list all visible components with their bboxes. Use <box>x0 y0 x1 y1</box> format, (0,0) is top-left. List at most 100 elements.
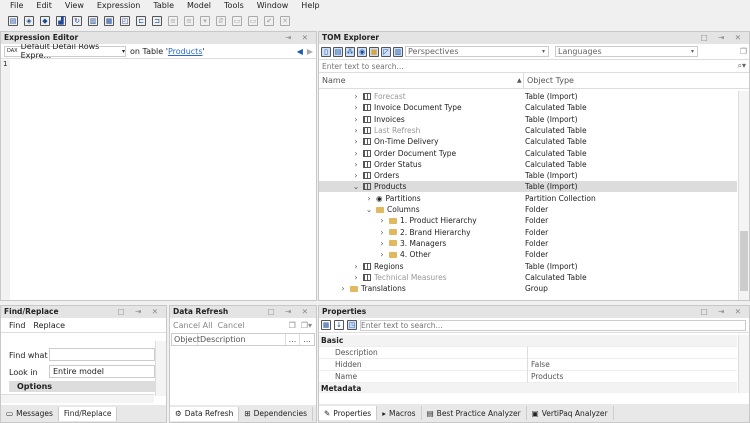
open-icon[interactable]: ▤ <box>8 15 18 26</box>
column-header-object[interactable]: Object <box>172 334 200 345</box>
menu-model[interactable]: Model <box>187 0 211 11</box>
show-columns-toggle-icon[interactable]: ▥ <box>393 46 403 57</box>
languages-dropdown[interactable]: Languages ▾ <box>555 46 698 57</box>
menu-expression[interactable]: Expression <box>97 0 140 11</box>
properties-search-input[interactable] <box>360 319 746 331</box>
menu-table[interactable]: Table <box>153 0 174 11</box>
chevron-right-icon[interactable]: › <box>365 193 373 204</box>
accept-icon[interactable]: ✔ <box>264 15 274 26</box>
chevron-right-icon[interactable]: › <box>352 136 360 147</box>
column-more-2[interactable]: ... <box>300 334 314 345</box>
chevron-right-icon[interactable]: › <box>352 125 360 136</box>
forward-icon[interactable]: ▶ <box>307 47 313 56</box>
expand-icon[interactable]: ❐ <box>289 321 296 330</box>
property-row[interactable]: Description <box>319 347 737 359</box>
hierarchy-icon[interactable]: ⊏ <box>136 15 146 26</box>
search-icon[interactable]: ⌕▾ <box>738 61 747 71</box>
back-icon[interactable]: ◀ <box>297 47 303 56</box>
chevron-right-icon[interactable]: › <box>339 283 347 294</box>
tree-row[interactable]: › Translations Group <box>319 283 737 294</box>
chevron-right-icon[interactable]: › <box>352 170 360 181</box>
panel-controls[interactable]: □ ⇥ ✕ <box>268 306 312 318</box>
cancel-button[interactable]: Cancel <box>218 321 245 330</box>
tree-row[interactable]: › Regions Table (Import) <box>319 261 737 272</box>
chevron-right-icon[interactable]: › <box>352 102 360 113</box>
tree-row[interactable]: › Order Status Calculated Table <box>319 159 737 170</box>
new-table-icon[interactable]: ▥ <box>88 15 98 26</box>
cancel-all-button[interactable]: Cancel All <box>173 321 213 330</box>
scroll-thumb[interactable] <box>740 231 748 291</box>
tab-vertipaq-analyzer[interactable]: ▣ VertiPaq Analyzer <box>527 406 614 420</box>
options-section[interactable]: Options <box>9 381 155 392</box>
tree-row[interactable]: › Technical Measures Calculated Table <box>319 272 737 283</box>
tree-row[interactable]: ⌄ Columns Folder <box>319 204 737 215</box>
menu-window[interactable]: Window <box>257 0 289 11</box>
tab-data-refresh[interactable]: ⚙ Data Refresh <box>170 406 240 421</box>
indent-icon[interactable]: ≡ <box>168 15 178 26</box>
find-scrollbar[interactable] <box>155 341 166 396</box>
tree-row[interactable]: › Last Refresh Calculated Table <box>319 125 737 136</box>
chevron-down-icon[interactable]: ⌄ <box>365 204 373 215</box>
menu-edit[interactable]: Edit <box>36 0 52 11</box>
chevron-right-icon[interactable]: › <box>378 227 386 238</box>
copy-icon[interactable]: ❐ <box>740 47 747 56</box>
tom-search-input[interactable] <box>322 61 738 71</box>
new-measure-icon[interactable]: ◰ <box>120 15 130 26</box>
property-value[interactable] <box>527 347 531 359</box>
menu-help[interactable]: Help <box>301 0 319 11</box>
save-as-icon[interactable]: ▟ <box>56 15 66 26</box>
tree-row[interactable]: › Invoice Document Type Calculated Table <box>319 102 737 113</box>
tree-row[interactable]: › Forecast Table (Import) <box>319 91 737 102</box>
tree-scrollbar[interactable] <box>738 91 749 300</box>
chevron-down-icon[interactable]: ⌄ <box>352 181 360 192</box>
sort-asc-icon[interactable]: ▲ <box>517 73 522 89</box>
column-header-name[interactable]: Name <box>322 73 346 89</box>
show-hidden-icon[interactable]: ◸ <box>381 46 391 57</box>
look-in-dropdown[interactable]: Entire model <box>49 365 155 378</box>
property-pages-icon[interactable]: ◳ <box>347 320 357 330</box>
column-more[interactable]: ... <box>286 334 300 345</box>
comment-icon[interactable]: ▭ <box>232 15 242 26</box>
tab-dependencies[interactable]: ⊞ Dependencies <box>239 406 314 421</box>
tab-best-practice-analyzer[interactable]: ▤ Best Practice Analyzer <box>422 406 527 420</box>
tree-row[interactable]: › 3. Managers Folder <box>319 238 737 249</box>
relationship-icon[interactable]: ⊐ <box>152 15 162 26</box>
chevron-right-icon[interactable]: › <box>352 91 360 102</box>
menu-tools[interactable]: Tools <box>224 0 244 11</box>
tree-row[interactable]: ⌄ Products Table (Import) <box>319 181 737 193</box>
new-calc-table-icon[interactable]: ▦ <box>104 15 114 26</box>
code-editor[interactable] <box>11 60 316 300</box>
tree-row[interactable]: › Invoices Table (Import) <box>319 114 737 125</box>
refresh-icon[interactable]: ↻ <box>72 15 82 26</box>
tree-row[interactable]: › 4. Other Folder <box>319 249 737 260</box>
property-row[interactable]: Name Products <box>319 371 737 383</box>
property-row[interactable]: Hidden False <box>319 359 737 371</box>
menu-file[interactable]: File <box>10 0 23 11</box>
panel-controls[interactable]: □ ⇥ ✕ <box>701 306 745 318</box>
perspectives-dropdown[interactable]: Perspectives ▾ <box>405 46 549 57</box>
chevron-right-icon[interactable]: › <box>352 272 360 283</box>
tab-find[interactable]: Find <box>9 321 25 330</box>
tree-row[interactable]: › 1. Product Hierarchy Folder <box>319 215 737 226</box>
format-icon[interactable]: ▾ <box>200 15 210 26</box>
panel-controls[interactable]: □ ⇥ ✕ <box>701 32 745 44</box>
find-hscrollbar[interactable] <box>1 394 154 403</box>
chevron-right-icon[interactable]: › <box>352 114 360 125</box>
show-tables-icon[interactable]: ▯ <box>321 46 331 57</box>
show-folders-icon[interactable]: ■ <box>369 46 379 57</box>
tab-replace[interactable]: Replace <box>33 321 65 330</box>
tab-messages[interactable]: ▭ Messages <box>1 406 59 421</box>
expression-selector[interactable]: DAX Default Detail Rows Expre... ▾ <box>4 42 126 60</box>
sort-icon[interactable]: ⇵ <box>216 15 226 26</box>
show-hierarchy-icon[interactable]: ⁂ <box>345 46 355 57</box>
category-basic[interactable]: Basic <box>319 335 737 347</box>
tree-row[interactable]: › Order Document Type Calculated Table <box>319 148 737 159</box>
alphabetical-icon[interactable]: ↓ <box>334 320 344 330</box>
table-link[interactable]: Products <box>168 47 203 56</box>
property-value[interactable]: False <box>527 359 550 371</box>
menu-view[interactable]: View <box>65 0 84 11</box>
tree-row[interactable]: › ◉ Partitions Partition Collection <box>319 193 737 204</box>
column-header-type[interactable]: Object Type <box>523 73 574 89</box>
chevron-right-icon[interactable]: › <box>378 238 386 249</box>
chevron-right-icon[interactable]: › <box>352 148 360 159</box>
